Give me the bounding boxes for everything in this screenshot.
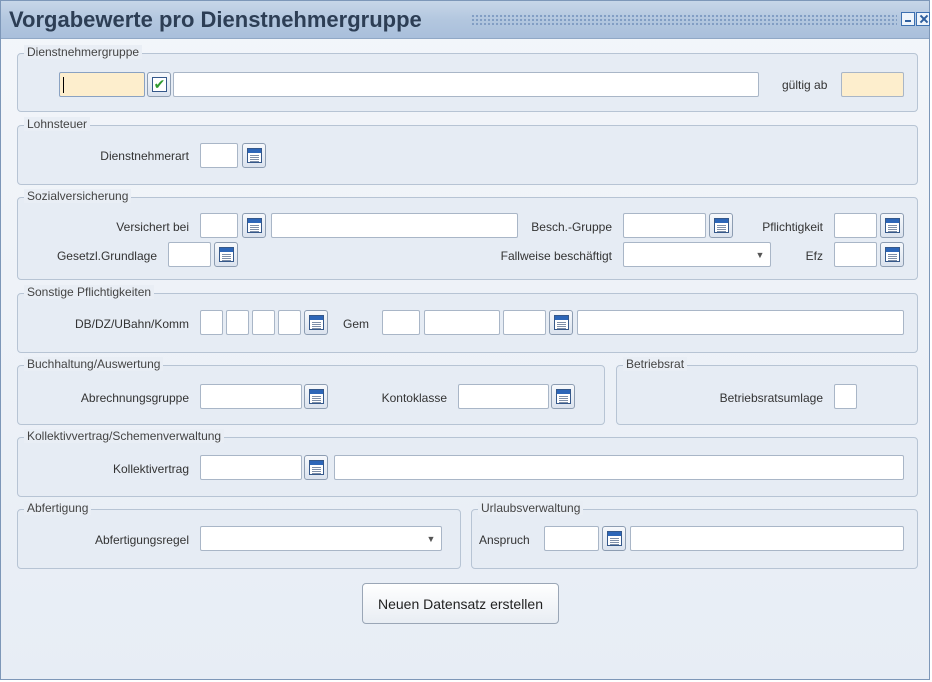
chevron-down-icon[interactable]: ▼ <box>424 532 438 546</box>
legend-sozialversicherung: Sozialversicherung <box>24 189 132 203</box>
calendar-list-icon <box>556 389 571 404</box>
ubahn-input[interactable] <box>252 310 275 335</box>
dienstnehmergruppe-code-input[interactable] <box>59 72 145 97</box>
calendar-list-icon <box>714 218 729 233</box>
abrechnungsgruppe-label: Abrechnungsgruppe <box>80 391 189 405</box>
legend-sonstige-pflichtigkeiten: Sonstige Pflichtigkeiten <box>24 285 155 299</box>
fieldset-sozialversicherung: Sozialversicherung <box>17 189 918 280</box>
kollektivvertrag-name-input[interactable] <box>334 455 904 480</box>
besch-gruppe-label: Besch.-Gruppe <box>531 220 612 234</box>
efz-label: Efz <box>805 249 823 263</box>
dienstnehmerart-lookup-button[interactable] <box>242 143 266 168</box>
gueltig-ab-input[interactable] <box>841 72 904 97</box>
db-input[interactable] <box>200 310 223 335</box>
minimize-button[interactable] <box>901 12 915 26</box>
abrechnungsgruppe-input[interactable] <box>200 384 302 409</box>
calendar-list-icon <box>554 315 569 330</box>
versichert-bei-label: Versichert bei <box>116 220 189 234</box>
db-lookup-button[interactable] <box>304 310 328 335</box>
dz-input[interactable] <box>226 310 249 335</box>
legend-lohnsteuer: Lohnsteuer <box>24 117 91 131</box>
calendar-list-icon <box>885 218 900 233</box>
chevron-down-icon[interactable]: ▼ <box>753 248 767 262</box>
betriebsratsumlage-input[interactable] <box>834 384 857 409</box>
gem-label: Gem <box>343 317 370 331</box>
legend-urlaubsverwaltung: Urlaubsverwaltung <box>478 501 584 515</box>
betriebsratsumlage-label: Betriebsratsumlage <box>719 391 823 405</box>
gem-number-input[interactable] <box>424 310 500 335</box>
komm-input[interactable] <box>278 310 301 335</box>
pflichtigkeit-input[interactable] <box>834 213 877 238</box>
calendar-list-icon <box>607 531 622 546</box>
fallweise-select[interactable]: ▼ <box>623 242 771 267</box>
abrechnungsgruppe-lookup-button[interactable] <box>304 384 328 409</box>
dienstnehmergruppe-confirm-button[interactable]: ✔ <box>147 72 171 97</box>
kollektivvertrag-input[interactable] <box>200 455 302 480</box>
efz-lookup-button[interactable] <box>880 242 904 267</box>
dienstnehmerart-input[interactable] <box>200 143 238 168</box>
legend-dienstnehmergruppe: Dienstnehmergruppe <box>24 45 143 59</box>
window-title: Vorgabewerte pro Dienstnehmergruppe <box>9 7 422 32</box>
close-button[interactable] <box>916 12 930 26</box>
calendar-list-icon <box>309 315 324 330</box>
gueltig-ab-label: gültig ab <box>782 78 828 92</box>
fallweise-label: Fallweise beschäftigt <box>500 249 612 263</box>
gem-code-input[interactable] <box>382 310 420 335</box>
versichert-bei-name-input[interactable] <box>271 213 518 238</box>
efz-input[interactable] <box>834 242 877 267</box>
calendar-list-icon <box>219 247 234 262</box>
title-grip <box>471 14 897 25</box>
legend-kollektivvertrag: Kollektivvertrag/Schemenverwaltung <box>24 429 225 443</box>
besch-gruppe-lookup-button[interactable] <box>709 213 733 238</box>
calendar-list-icon <box>309 460 324 475</box>
gesetzl-grundlage-lookup-button[interactable] <box>214 242 238 267</box>
anspruch-name-input[interactable] <box>630 526 904 551</box>
anspruch-input[interactable] <box>544 526 599 551</box>
legend-abfertigung: Abfertigung <box>24 501 92 515</box>
versichert-bei-input[interactable] <box>200 213 238 238</box>
calendar-list-icon <box>247 218 262 233</box>
db-dz-ubahn-komm-label: DB/DZ/UBahn/Komm <box>74 317 189 331</box>
gem-lookup-button[interactable] <box>549 310 573 335</box>
kontoklasse-lookup-button[interactable] <box>551 384 575 409</box>
calendar-list-icon <box>885 247 900 262</box>
besch-gruppe-input[interactable] <box>623 213 706 238</box>
checkmark-icon: ✔ <box>152 76 167 92</box>
kontoklasse-label: Kontoklasse <box>381 391 447 405</box>
abfertigungsregel-label: Abfertigungsregel <box>94 533 189 547</box>
kontoklasse-input[interactable] <box>458 384 549 409</box>
anspruch-label: Anspruch <box>479 533 530 547</box>
abfertigungsregel-select[interactable]: ▼ <box>200 526 442 551</box>
create-record-button[interactable]: Neuen Datensatz erstellen <box>362 583 559 624</box>
gem-name-input[interactable] <box>577 310 904 335</box>
pflichtigkeit-label: Pflichtigkeit <box>762 220 823 234</box>
title-bar[interactable]: Vorgabewerte pro Dienstnehmergruppe <box>1 1 930 39</box>
pflichtigkeit-lookup-button[interactable] <box>880 213 904 238</box>
legend-betriebsrat: Betriebsrat <box>623 357 688 371</box>
gesetzl-grundlage-label: Gesetzl.Grundlage <box>56 249 157 263</box>
dienstnehmergruppe-name-input[interactable] <box>173 72 759 97</box>
gesetzl-grundlage-input[interactable] <box>168 242 211 267</box>
calendar-list-icon <box>247 148 262 163</box>
gem-extra-input[interactable] <box>503 310 546 335</box>
versichert-bei-lookup-button[interactable] <box>242 213 266 238</box>
dienstnehmerart-label: Dienstnehmerart <box>100 149 189 163</box>
anspruch-lookup-button[interactable] <box>602 526 626 551</box>
kollektivvertrag-label: Kollektivertrag <box>112 462 189 476</box>
text-caret <box>63 77 64 93</box>
dialog-window: Vorgabewerte pro Dienstnehmergruppe Dien… <box>0 0 930 680</box>
kollektivvertrag-lookup-button[interactable] <box>304 455 328 480</box>
legend-buchhaltung: Buchhaltung/Auswertung <box>24 357 164 371</box>
calendar-list-icon <box>309 389 324 404</box>
